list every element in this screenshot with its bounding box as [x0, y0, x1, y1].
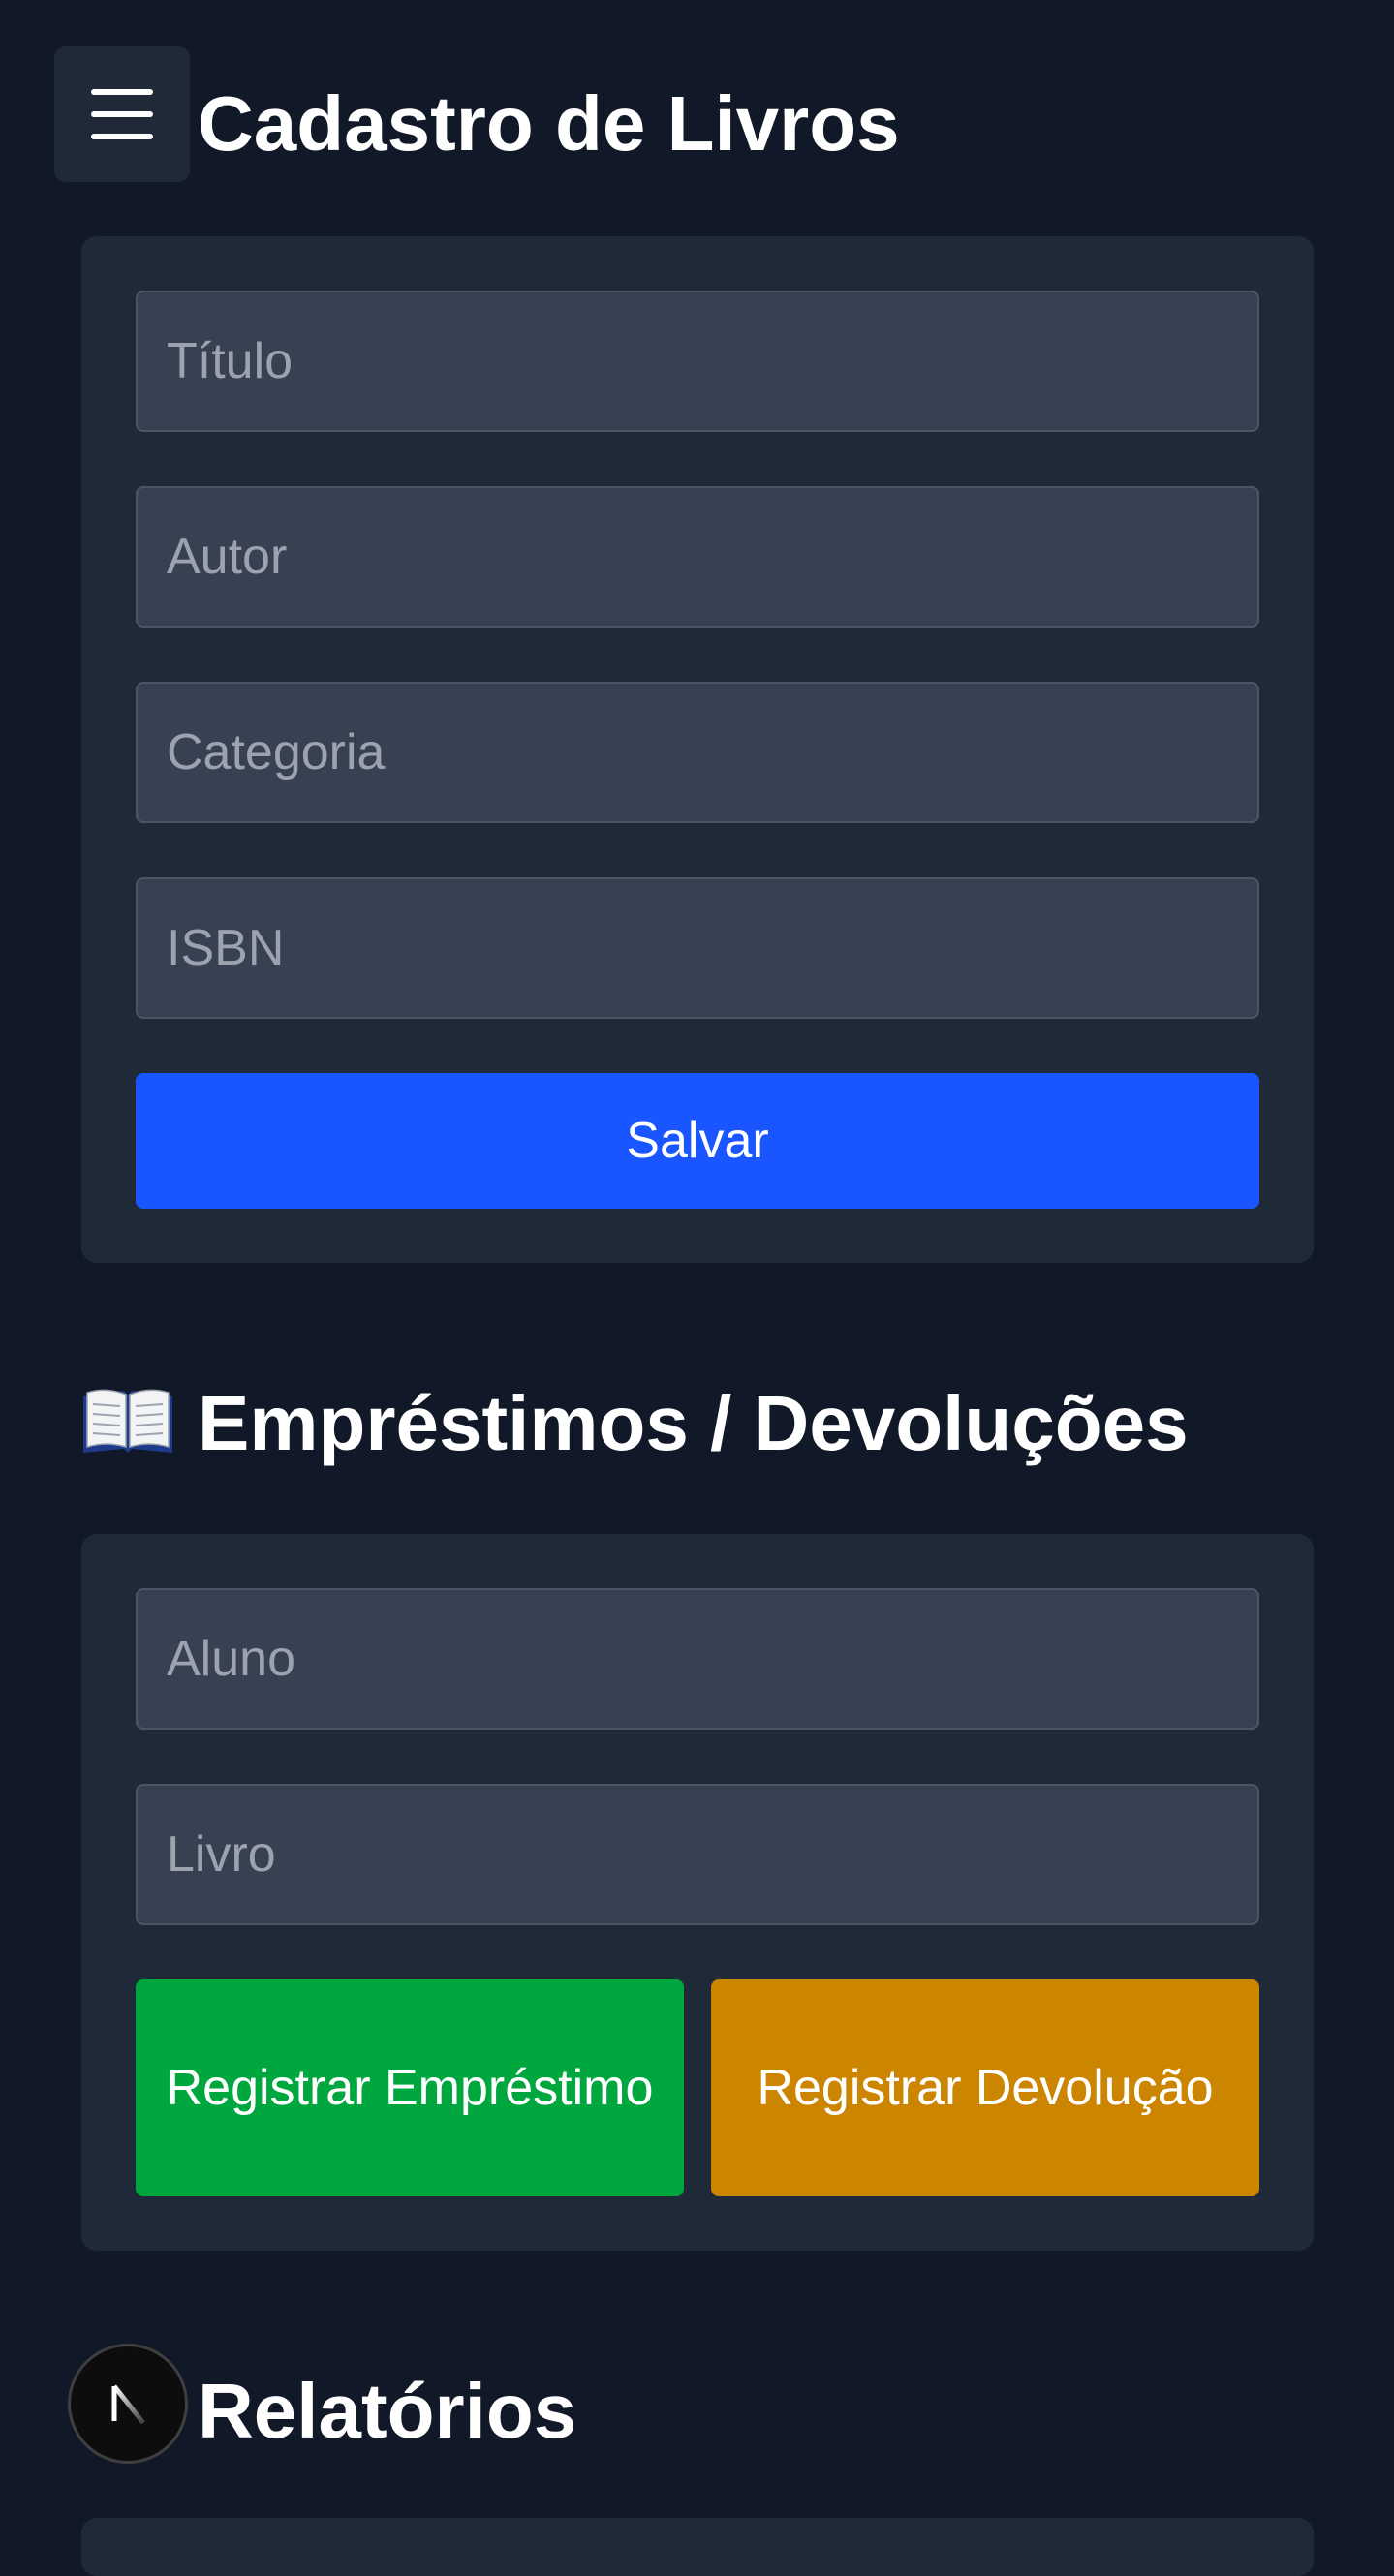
title-input[interactable] [136, 291, 1259, 432]
hamburger-menu-icon [91, 89, 153, 139]
register-return-button[interactable]: Registrar Devolução [711, 1979, 1259, 2196]
page-title: Cadastro de Livros [198, 80, 900, 167]
nextjs-dev-badge[interactable] [68, 2344, 188, 2464]
isbn-input[interactable] [136, 877, 1259, 1019]
book-form-card: Salvar [81, 236, 1314, 1263]
open-book-icon [83, 1389, 172, 1453]
student-input[interactable] [136, 1588, 1259, 1730]
reports-title: Relatórios [198, 2368, 577, 2454]
book-input[interactable] [136, 1784, 1259, 1925]
reports-card [81, 2518, 1314, 2576]
category-input[interactable] [136, 682, 1259, 823]
author-input[interactable] [136, 486, 1259, 628]
nextjs-logo-icon [111, 2384, 145, 2425]
register-loan-button[interactable]: Registrar Empréstimo [136, 1979, 684, 2196]
loans-card: Registrar Empréstimo Registrar Devolução [81, 1534, 1314, 2251]
loans-title: Empréstimos / Devoluções [198, 1380, 1189, 1466]
menu-button[interactable] [54, 46, 190, 182]
save-button[interactable]: Salvar [136, 1073, 1259, 1209]
